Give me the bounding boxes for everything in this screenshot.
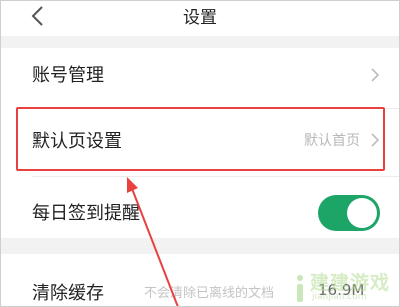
settings-item-label: 每日签到提醒	[32, 203, 140, 224]
checkin-reminder-toggle[interactable]	[318, 195, 380, 231]
clear-cache-note: 不会清除已离线的文档	[144, 286, 275, 301]
section-gap	[0, 36, 400, 48]
clear-cache-label: 清除缓存	[32, 283, 104, 304]
settings-item-label: 账号管理	[32, 65, 104, 86]
section-gap	[0, 238, 400, 254]
settings-item-account[interactable]: 账号管理	[0, 48, 400, 108]
watermark-text: 建建游戏	[310, 272, 391, 294]
settings-page: 设置 账号管理 默认页设置 默认首页 每日签到提醒 清除缓存 不会清除已离线的文…	[0, 0, 400, 307]
page-title: 设置	[183, 8, 217, 28]
chevron-right-icon	[371, 68, 380, 82]
divider	[32, 176, 400, 177]
watermark-url: jianjian.com	[312, 292, 367, 302]
header-bar: 设置	[0, 0, 400, 36]
toggle-knob	[347, 198, 377, 228]
highlight-box	[16, 107, 385, 171]
